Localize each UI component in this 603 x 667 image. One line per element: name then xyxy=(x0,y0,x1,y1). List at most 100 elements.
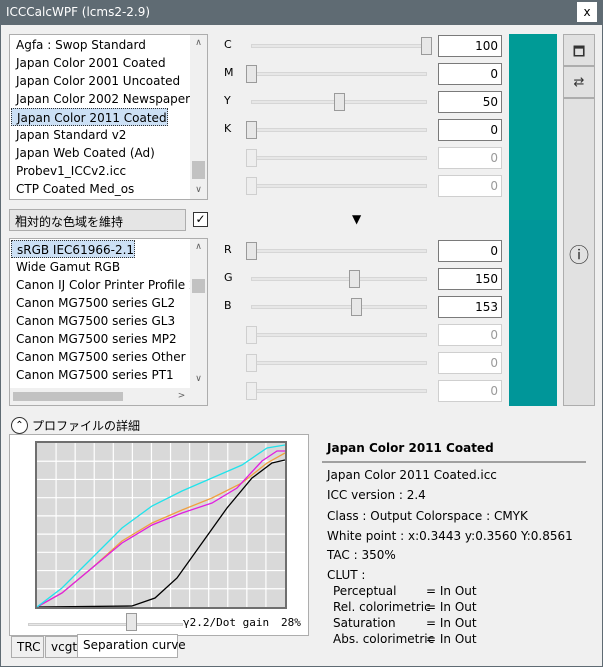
channel-slider-thumb[interactable] xyxy=(351,298,362,316)
swap-icon: ⇄ xyxy=(573,75,585,90)
info-button[interactable]: ⓘ xyxy=(563,98,595,406)
source-profile-item[interactable]: Japan Color 2011 Coated xyxy=(11,108,168,126)
source-profile-item[interactable]: Agfa : Swop Standard xyxy=(16,36,146,54)
dot-gain-slider-thumb[interactable] xyxy=(126,613,137,631)
channel-value-input: 0 xyxy=(438,324,502,346)
channel-value-input[interactable]: 100 xyxy=(438,35,502,57)
channel-label: R xyxy=(224,243,232,256)
destination-list-scrollbar[interactable]: ∧ ∨ xyxy=(190,239,207,388)
channel-slider-track xyxy=(251,156,427,160)
destination-profile-item[interactable]: sRGB IEC61966-2.1 xyxy=(11,240,136,258)
separation-curve-panel: γ2.2/Dot gain 28% xyxy=(9,434,309,636)
channel-value-input: 0 xyxy=(438,352,502,374)
source-profile-item[interactable]: Japan Standard v2 xyxy=(16,126,126,144)
magenta-curve xyxy=(36,450,285,608)
channel-value-input[interactable]: 150 xyxy=(438,268,502,290)
channel-slider-track[interactable] xyxy=(251,44,427,48)
clut-intent: Perceptual xyxy=(333,584,397,598)
profile-filename: Japan Color 2011 Coated.icc xyxy=(327,468,497,482)
chevron-down-icon: ∨ xyxy=(15,213,23,224)
scroll-down-icon[interactable]: ∨ xyxy=(190,371,207,388)
source-profile-item[interactable]: Japan Color 2002 Newspaper xyxy=(16,90,190,108)
clut-intent: Abs. colorimetric xyxy=(333,632,435,646)
close-button[interactable]: x xyxy=(577,2,597,22)
destination-profile-item[interactable]: Canon IJ Color Printer Profile 2005 xyxy=(16,276,207,294)
profile-class: Class : Output Colorspace : CMYK xyxy=(327,509,528,523)
source-profile-item[interactable]: Japan Web Coated (Ad) xyxy=(16,144,155,162)
channel-slider-thumb[interactable] xyxy=(348,270,360,288)
scroll-right-icon[interactable]: > xyxy=(173,388,190,405)
separation-curve-plot xyxy=(35,441,287,609)
source-profile-item[interactable]: Probev1_ICCv2.icc xyxy=(16,162,126,180)
channel-slider-thumb xyxy=(246,149,257,167)
tab-separation-curve[interactable]: Separation curve xyxy=(77,634,186,658)
channel-value-input[interactable]: 50 xyxy=(438,91,502,113)
channel-slider-track xyxy=(251,361,427,365)
channel-slider-thumb xyxy=(246,354,257,372)
destination-profile-item[interactable]: Canon MG7500 series MP2 xyxy=(16,330,177,348)
channel-slider-thumb xyxy=(246,382,257,400)
window-mode-button[interactable]: 🗖 xyxy=(563,34,595,66)
curve-graph xyxy=(36,443,286,608)
window-title: ICCCalcWPF (lcms2-2.9) xyxy=(6,5,151,19)
channel-slider-thumb[interactable] xyxy=(246,242,257,260)
channel-value-input[interactable]: 0 xyxy=(438,240,502,262)
destination-profile-item[interactable]: Canon MG7500 series PT1 xyxy=(16,366,174,384)
source-profile-item[interactable]: Japan Color 2001 Coated xyxy=(16,54,166,72)
clut-intent: Saturation xyxy=(333,616,396,630)
scrollbar-thumb[interactable] xyxy=(192,279,205,293)
chevron-up-icon[interactable]: ⌃ xyxy=(11,417,28,434)
destination-list-hscrollbar[interactable]: < > xyxy=(10,388,207,405)
channel-slider-track[interactable] xyxy=(251,305,427,309)
channel-value-input: 0 xyxy=(438,147,502,169)
black-point-checkbox[interactable]: ✓ xyxy=(193,212,208,227)
source-profile-item[interactable]: CTP Coated Med_os xyxy=(16,180,134,198)
channel-label: M xyxy=(224,66,234,79)
scrollbar-thumb[interactable] xyxy=(192,161,205,179)
channel-value-input[interactable]: 0 xyxy=(438,63,502,85)
info-icon: ⓘ xyxy=(569,243,589,267)
destination-profile-item[interactable]: Wide Gamut RGB xyxy=(16,258,120,276)
channel-slider-thumb[interactable] xyxy=(246,65,257,83)
destination-profile-item[interactable]: Canon MG7500 series Other Fine xyxy=(16,348,207,366)
channel-value-input[interactable]: 153 xyxy=(438,296,502,318)
channel-slider-track[interactable] xyxy=(251,277,427,281)
channel-slider-track xyxy=(251,389,427,393)
channel-slider-thumb[interactable] xyxy=(246,121,257,139)
scroll-up-icon[interactable]: ∧ xyxy=(190,35,207,52)
clut-label: CLUT : xyxy=(327,568,366,582)
source-profile-item[interactable]: Japan Color 2001 Uncoated xyxy=(16,72,180,90)
channel-slider-track[interactable] xyxy=(251,128,427,132)
clut-intent: Rel. colorimetric xyxy=(333,600,431,614)
channel-label: G xyxy=(224,271,233,284)
channel-slider-track[interactable] xyxy=(251,72,427,76)
channel-label: K xyxy=(224,122,232,135)
source-profile-list[interactable]: Agfa : Swop Standard Japan Color 2001 Coa… xyxy=(9,34,208,200)
scrollbar-thumb[interactable] xyxy=(13,392,123,401)
destination-profile-list[interactable]: sRGB IEC61966-2.1 Wide Gamut RGB Canon IJ … xyxy=(9,238,208,406)
clut-value: = In Out xyxy=(426,584,477,598)
input-color-swatch xyxy=(509,34,557,220)
swap-button[interactable]: ⇄ xyxy=(563,66,595,98)
channel-slider-thumb xyxy=(246,326,257,344)
tab-trc[interactable]: TRC xyxy=(11,636,44,658)
channel-slider-thumb xyxy=(246,177,257,195)
channel-slider-track xyxy=(251,333,427,337)
divider xyxy=(322,461,586,463)
channel-slider-track[interactable] xyxy=(251,249,427,253)
rendering-intent-select[interactable]: 相対的な色域を維持 ∨ xyxy=(9,209,186,231)
channel-value-input[interactable]: 0 xyxy=(438,119,502,141)
source-list-scrollbar[interactable]: ∧ ∨ xyxy=(190,35,207,199)
channel-slider-thumb[interactable] xyxy=(421,37,432,55)
profile-heading: Japan Color 2011 Coated xyxy=(327,441,494,455)
destination-profile-item[interactable]: Canon MG7500 series GL2 xyxy=(16,294,175,312)
scroll-up-icon[interactable]: ∧ xyxy=(190,239,207,256)
channel-slider-thumb[interactable] xyxy=(333,93,345,111)
dot-gain-slider-track[interactable] xyxy=(28,623,183,626)
scroll-down-icon[interactable]: ∨ xyxy=(190,182,207,199)
channel-value-input: 0 xyxy=(438,175,502,197)
channel-slider-track xyxy=(251,184,427,188)
gamma-label: γ2.2/Dot gain xyxy=(183,616,270,629)
destination-profile-item[interactable]: Canon MG7500 series GL3 xyxy=(16,312,175,330)
window-icon: 🗖 xyxy=(572,45,586,60)
